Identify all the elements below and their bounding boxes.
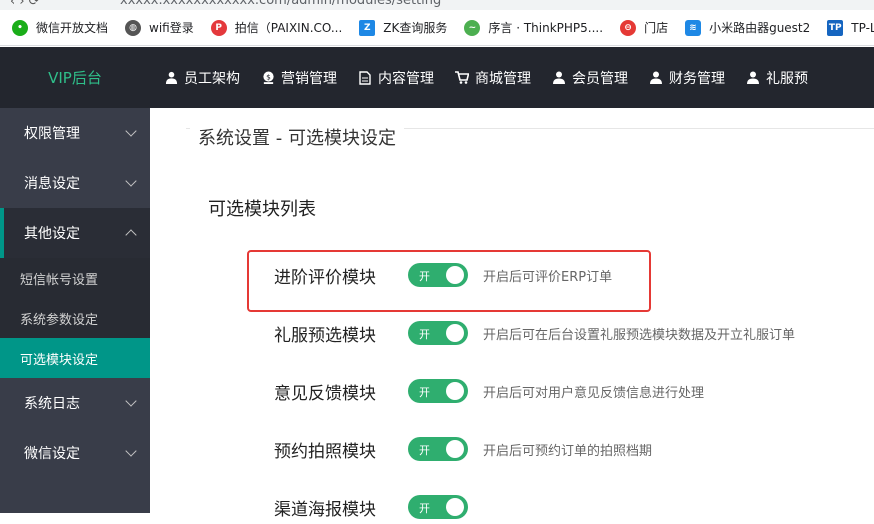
chevron-down-icon	[125, 175, 137, 187]
nav-marketing[interactable]: $ 营销管理	[261, 68, 337, 88]
sidebar-group-system-log[interactable]: 系统日志	[0, 378, 150, 428]
sidebar: 权限管理 消息设定 其他设定 短信帐号设置 系统参数设定 可选模块设定 系统日志…	[0, 108, 150, 513]
sidebar-group-wechat[interactable]: 微信设定	[0, 428, 150, 478]
browser-address-bar[interactable]: ‹ › ⟳ xxxxx.xxxxxxxxxxxx.com/admin/modul…	[0, 0, 874, 10]
wechat-icon: •	[12, 19, 28, 36]
app-logo[interactable]: VIP后台	[0, 67, 150, 88]
cart-icon	[455, 71, 469, 85]
coin-icon: $	[261, 71, 275, 85]
module-toggle[interactable]: 开	[408, 437, 468, 461]
module-toggle[interactable]: 开	[408, 263, 468, 287]
svg-text:$: $	[266, 72, 271, 81]
user-icon	[164, 71, 178, 85]
paixin-icon: P	[210, 19, 227, 36]
bookmark-item[interactable]: ◍ wifi登录	[125, 19, 194, 36]
tplink-icon: TP	[827, 19, 844, 36]
finance-icon	[649, 71, 663, 85]
sidebar-group-permissions[interactable]: 权限管理	[0, 108, 150, 158]
bookmark-item[interactable]: • 微信开放文档	[12, 19, 108, 36]
module-name: 礼服预选模块	[274, 325, 376, 346]
nav-finance[interactable]: 财务管理	[649, 68, 725, 88]
sidebar-group-other[interactable]: 其他设定	[0, 208, 150, 258]
zk-icon: Z	[359, 19, 376, 36]
chevron-down-icon	[125, 445, 137, 457]
module-row: 礼服预选模块 开 开启后可在后台设置礼服预选模块数据及开立礼服订单	[274, 316, 795, 350]
app-header: VIP后台 员工架构 $ 营销管理 内容管理 商城管理 会员管理 财务管理 礼服…	[0, 47, 874, 108]
module-toggle[interactable]: 开	[408, 495, 468, 519]
module-name: 渠道海报模块	[274, 499, 376, 520]
top-nav: 员工架构 $ 营销管理 内容管理 商城管理 会员管理 财务管理 礼服预	[150, 68, 815, 88]
module-name: 预约拍照模块	[274, 441, 376, 462]
bookmark-item[interactable]: Z ZK查询服务	[359, 19, 447, 36]
module-row: 渠道海报模块 开	[274, 490, 483, 524]
module-row: 意见反馈模块 开 开启后可对用户意见反馈信息进行处理	[274, 374, 704, 408]
bookmark-item[interactable]: ⊖ 门店	[620, 19, 668, 36]
module-toggle[interactable]: 开	[408, 321, 468, 345]
chevron-down-icon	[125, 395, 137, 407]
module-name: 意见反馈模块	[274, 383, 376, 404]
thinkphp-icon: ~	[464, 19, 481, 36]
toggle-knob	[446, 324, 464, 342]
bookmark-item[interactable]: P 拍信（PAIXIN.CO...	[210, 19, 342, 36]
module-desc: 开启后可预约订单的拍照档期	[483, 443, 653, 459]
module-row: 进阶评价模块 开 开启后可评价ERP订单	[274, 258, 612, 292]
bookmark-item[interactable]: TPTP-L	[827, 19, 874, 36]
module-toggle[interactable]: 开	[408, 379, 468, 403]
nav-members[interactable]: 会员管理	[552, 68, 628, 88]
bookmark-item[interactable]: ~ 序言 · ThinkPHP5....	[464, 19, 603, 36]
module-row: 预约拍照模块 开 开启后可预约订单的拍照档期	[274, 432, 652, 466]
toggle-knob	[446, 498, 464, 516]
sidebar-item-optional-modules[interactable]: 可选模块设定	[0, 338, 150, 378]
sidebar-item-sms-account[interactable]: 短信帐号设置	[0, 258, 150, 298]
module-desc: 开启后可对用户意见反馈信息进行处理	[483, 385, 705, 401]
nav-staff[interactable]: 员工架构	[164, 68, 240, 88]
document-icon	[358, 70, 372, 85]
section-title: 可选模块列表	[208, 199, 316, 220]
module-name: 进阶评价模块	[274, 267, 376, 288]
sidebar-submenu: 短信帐号设置 系统参数设定 可选模块设定	[0, 258, 150, 378]
back-forward-icons[interactable]: ‹ › ⟳	[10, 0, 40, 9]
main-content: 系统设置 - 可选模块设定 可选模块列表 进阶评价模块 开 开启后可评价ERP订…	[150, 108, 874, 520]
globe-icon: ◍	[125, 19, 142, 36]
page-title: 系统设置 - 可选模块设定	[190, 124, 404, 150]
nav-content[interactable]: 内容管理	[358, 68, 434, 88]
module-desc: 开启后可在后台设置礼服预选模块数据及开立礼服订单	[483, 327, 796, 343]
toggle-knob	[446, 266, 464, 284]
bookmarks-bar: • 微信开放文档 ◍ wifi登录 P 拍信（PAIXIN.CO... Z ZK查询服务…	[0, 10, 874, 46]
chevron-down-icon	[125, 125, 137, 137]
store-icon: ⊖	[620, 19, 637, 36]
nav-dress[interactable]: 礼服预	[746, 68, 808, 88]
member-icon	[552, 71, 566, 85]
address-url[interactable]: xxxxx.xxxxxxxxxxxx.com/admin/modules/set…	[120, 0, 441, 8]
nav-mall[interactable]: 商城管理	[455, 68, 531, 88]
sidebar-item-system-params[interactable]: 系统参数设定	[0, 298, 150, 338]
module-desc: 开启后可评价ERP订单	[483, 269, 613, 285]
chevron-up-icon	[125, 229, 137, 241]
sidebar-group-messages[interactable]: 消息设定	[0, 158, 150, 208]
bookmark-item[interactable]: ≋ 小米路由器guest2	[685, 19, 810, 36]
toggle-knob	[446, 382, 464, 400]
wifi-icon: ≋	[685, 19, 702, 36]
toggle-knob	[446, 440, 464, 458]
dress-icon	[746, 71, 760, 85]
